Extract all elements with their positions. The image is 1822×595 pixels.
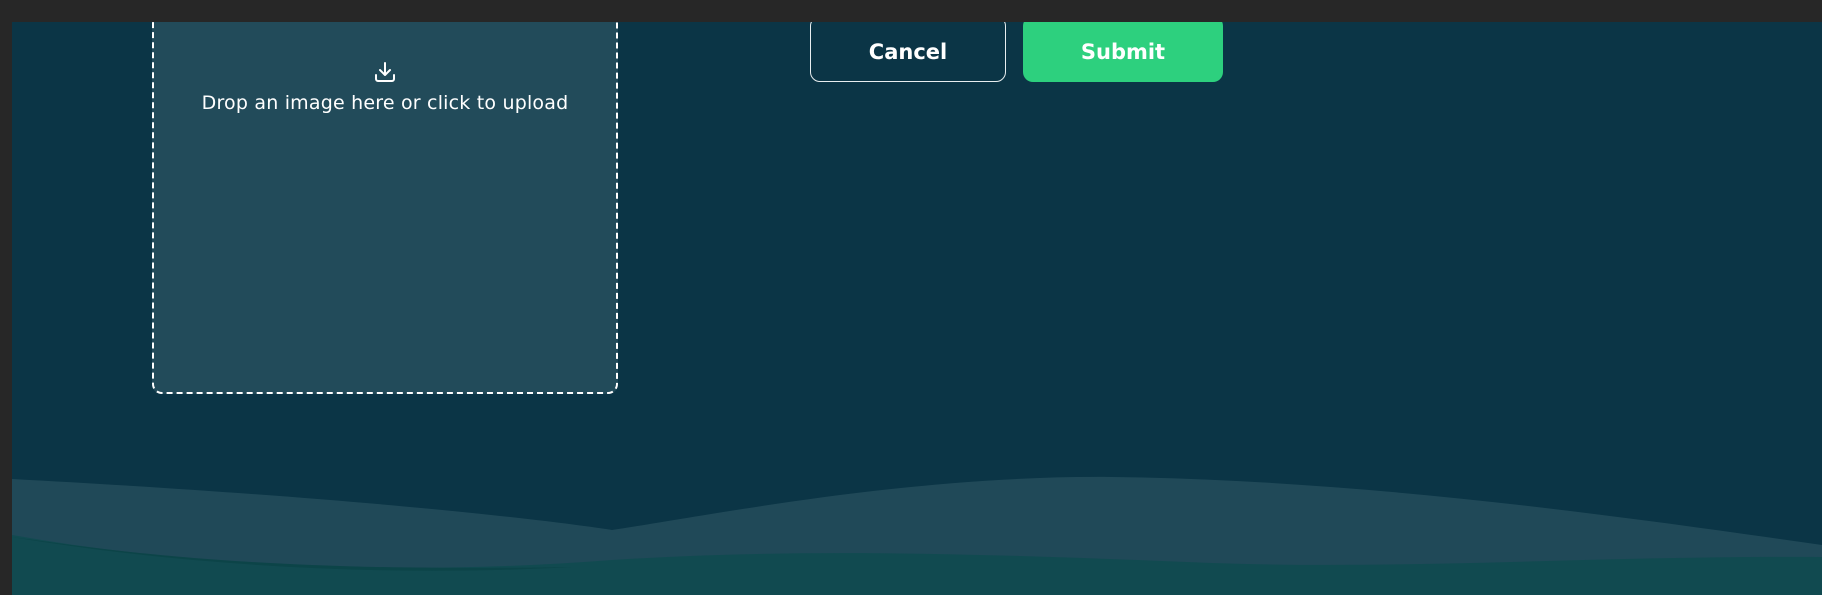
download-icon [373,60,397,84]
window-top-bar [0,0,1822,22]
page-background: Drop an image here or click to upload Ca… [12,22,1822,595]
cancel-button[interactable]: Cancel [810,22,1006,82]
image-upload-dropzone[interactable]: Drop an image here or click to upload [152,22,618,394]
window-left-edge [0,22,12,595]
decorative-waves [12,476,1822,595]
dropzone-label: Drop an image here or click to upload [201,92,569,114]
submit-button[interactable]: Submit [1023,22,1223,82]
